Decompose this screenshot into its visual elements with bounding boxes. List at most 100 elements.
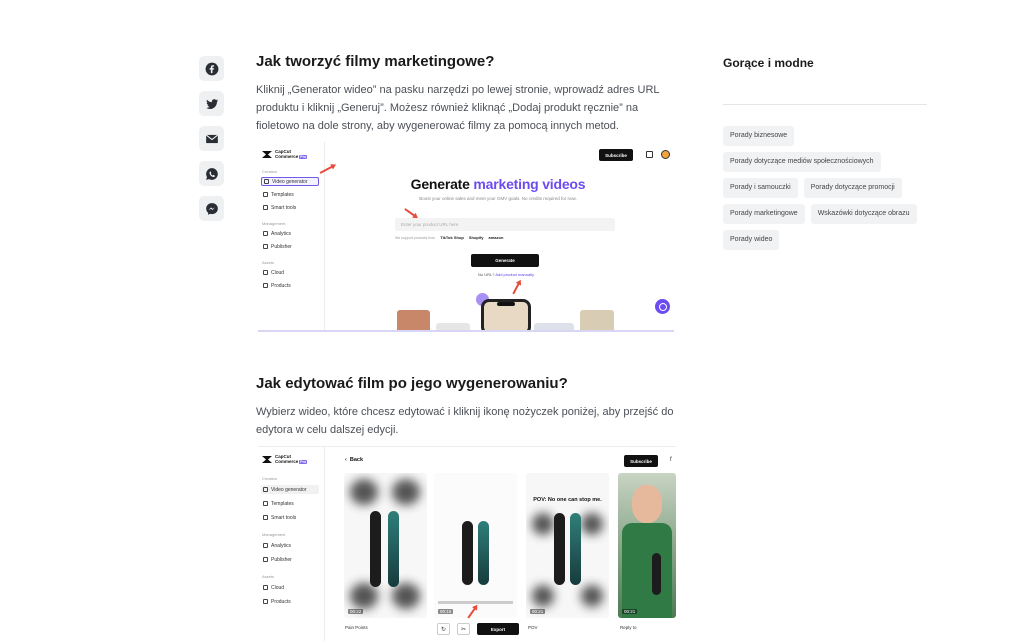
card-label: Reply to xyxy=(620,625,637,630)
sidebar-item-label: Analytics xyxy=(271,230,292,237)
sidebar-item-publisher[interactable]: Publisher xyxy=(261,555,319,564)
email-icon xyxy=(205,134,218,143)
post-header xyxy=(444,483,504,499)
avatar[interactable] xyxy=(661,150,670,159)
messenger-share-button[interactable] xyxy=(199,196,224,221)
video-card[interactable]: 00:22 xyxy=(344,473,427,618)
sidebar-item-video-generator[interactable]: Video generator xyxy=(261,485,319,494)
app-sidebar: CapCut Commerce Pro Creation Video generat… xyxy=(258,142,325,330)
sidebar-item-label: Templates xyxy=(271,500,294,507)
products-icon xyxy=(263,283,268,288)
video-card[interactable]: 00:21 xyxy=(618,473,676,618)
template-icon xyxy=(263,192,268,197)
tag-business-tips[interactable]: Porady biznesowe xyxy=(723,126,795,146)
more-icon[interactable]: f xyxy=(670,457,672,463)
sidebar-item-label: Publisher xyxy=(271,556,292,563)
video-card[interactable]: POV: No one can stop me. 00:21 xyxy=(526,473,609,618)
shopify-logo: Shopify xyxy=(468,235,484,240)
tag-marketing-tips[interactable]: Porady marketingowe xyxy=(723,204,805,224)
tag-list: Porady biznesowe Porady dotyczące mediów… xyxy=(723,126,933,250)
brand-commerce: Commerce xyxy=(275,459,299,464)
sidebar-item-label: Analytics xyxy=(271,542,292,549)
sidebar-item-products[interactable]: Products xyxy=(261,597,319,606)
product-url-input[interactable]: Enter your product URL here xyxy=(395,218,615,231)
preview-thumbnail xyxy=(580,310,614,330)
capcut-logo-icon xyxy=(262,456,272,463)
sidebar-divider xyxy=(723,104,927,105)
sidebar-item-smart-tools[interactable]: Smart tools xyxy=(261,513,319,522)
no-url-label: No URL? xyxy=(477,272,496,277)
sidebar-item-label: Video generator xyxy=(272,178,308,185)
sidebar-item-templates[interactable]: Templates xyxy=(261,499,319,508)
preview-thumbnail xyxy=(534,323,574,330)
facebook-icon xyxy=(205,62,218,75)
regenerate-icon[interactable]: ↻ xyxy=(437,623,450,635)
snowboard-image xyxy=(478,521,489,585)
sidebar-item-cloud[interactable]: Cloud xyxy=(261,583,319,592)
tag-promotion-tips[interactable]: Porady dotyczące promocji xyxy=(803,178,902,198)
cloud-icon xyxy=(263,585,268,590)
app-sidebar: CapCut Commerce Pro Creation Video generat… xyxy=(258,447,325,641)
sidebar-item-products[interactable]: Products xyxy=(261,281,319,290)
sidebar-item-label: Smart tools xyxy=(271,204,297,211)
store-icon[interactable] xyxy=(646,151,653,158)
brand-commerce: Commerce xyxy=(275,154,299,159)
heading-part: Generate xyxy=(410,176,474,192)
no-url-text: No URL? Add product manually xyxy=(438,272,574,277)
back-label: Back xyxy=(349,457,364,463)
export-button[interactable]: Export xyxy=(477,623,519,635)
generate-button[interactable]: Generate xyxy=(471,254,539,267)
tag-social-media-tips[interactable]: Porady dotyczące mediów społecznościowyc… xyxy=(723,152,881,172)
sidebar-item-label: Products xyxy=(271,598,291,605)
sidebar-item-analytics[interactable]: Analytics xyxy=(261,229,319,238)
amazon-logo: amazon xyxy=(488,235,504,240)
sidebar-item-analytics[interactable]: Analytics xyxy=(261,541,319,550)
red-arrow-icon xyxy=(512,281,521,295)
subscribe-button[interactable]: Subscribe xyxy=(599,149,633,161)
video-card-selected[interactable]: 00:16 xyxy=(434,473,517,618)
section-2-title: Jak edytować film po jego wygenerowaniu? xyxy=(256,375,568,392)
preview-thumbnail xyxy=(436,323,470,330)
sidebar-item-label: Cloud xyxy=(271,269,285,276)
sidebar-item-publisher[interactable]: Publisher xyxy=(261,242,319,251)
person-shirt-image xyxy=(622,523,672,618)
subscribe-button[interactable]: Subscribe xyxy=(624,455,658,467)
capcut-logo-icon xyxy=(262,151,272,158)
sidebar-item-smart-tools[interactable]: Smart tools xyxy=(261,203,319,212)
sidebar-item-templates[interactable]: Templates xyxy=(261,190,319,199)
whatsapp-share-button[interactable] xyxy=(199,161,224,186)
section-1-title: Jak tworzyć filmy marketingowe? xyxy=(256,53,495,70)
facebook-share-button[interactable] xyxy=(199,56,224,81)
publisher-icon xyxy=(263,557,268,562)
management-label: Management xyxy=(262,221,286,226)
snowboard-image xyxy=(462,521,473,585)
card-label: Pain Points xyxy=(345,625,368,630)
video-editor-screenshot: CapCut Commerce Pro Creation Video generat… xyxy=(258,446,676,641)
brand-tag: Pro xyxy=(299,460,308,464)
whatsapp-icon xyxy=(205,167,218,180)
sidebar-item-label: Smart tools xyxy=(271,514,297,521)
app-logo: CapCut Commerce Pro xyxy=(262,149,308,160)
analytics-icon xyxy=(263,231,268,236)
sidebar-item-label: Cloud xyxy=(271,584,285,591)
products-icon xyxy=(263,599,268,604)
template-icon xyxy=(263,501,268,506)
article: Jak tworzyć filmy marketingowe? Kliknij … xyxy=(256,52,676,135)
share-column xyxy=(199,56,224,221)
tag-image-tips[interactable]: Wskazówki dotyczące obrazu xyxy=(810,204,917,224)
tag-tips-tutorials[interactable]: Porady i samouczki xyxy=(723,178,798,198)
chat-assistant-icon[interactable] xyxy=(655,299,670,314)
generator-subheading: Boost your online sales and meet your GM… xyxy=(419,196,577,201)
tag-video-tips[interactable]: Porady wideo xyxy=(723,230,780,250)
creation-label: Creation xyxy=(262,476,278,481)
sidebar-item-cloud[interactable]: Cloud xyxy=(261,268,319,277)
snowboard-image xyxy=(370,511,381,587)
back-button[interactable]: ‹ Back xyxy=(345,457,363,463)
email-share-button[interactable] xyxy=(199,126,224,151)
video-duration: 00:22 xyxy=(348,609,364,614)
scissors-icon[interactable]: ✂ xyxy=(457,623,470,635)
person-face-image xyxy=(632,485,662,523)
sidebar-item-video-generator[interactable]: Video generator xyxy=(261,177,319,186)
twitter-share-button[interactable] xyxy=(199,91,224,116)
add-product-manually-link[interactable]: Add product manually xyxy=(495,272,534,277)
